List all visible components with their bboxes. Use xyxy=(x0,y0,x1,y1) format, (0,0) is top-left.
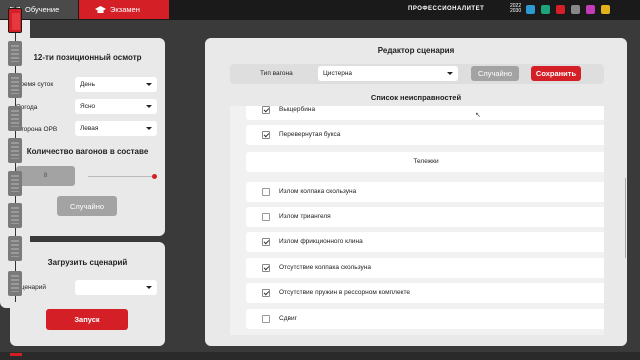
editor-random-button[interactable]: Случайно xyxy=(471,66,519,81)
fault-checkbox[interactable] xyxy=(262,131,270,139)
orv-side-label: Сторона ОРВ xyxy=(16,126,58,133)
chevron-down-icon xyxy=(447,72,453,75)
train-car[interactable] xyxy=(8,171,22,196)
fault-row[interactable]: Излом фрикционного клина xyxy=(246,232,604,252)
train-car[interactable] xyxy=(8,236,22,261)
train-car[interactable] xyxy=(8,106,22,131)
orv-side-select[interactable]: Левая xyxy=(75,121,157,136)
partner-logo-icon xyxy=(586,5,595,14)
fault-checkbox[interactable] xyxy=(262,264,270,272)
fault-label: Отсутствие колпака скользуна xyxy=(279,264,371,271)
partner-logo-icon xyxy=(541,5,550,14)
fault-section-header: Тележки xyxy=(246,152,604,172)
fault-row[interactable]: Сдвиг xyxy=(246,309,604,329)
fault-label: Выщербина xyxy=(279,106,316,113)
partner-logo-icon xyxy=(556,5,565,14)
fault-row[interactable]: Излом колпака скользуна xyxy=(246,182,604,202)
tab-learning-label: Обучение xyxy=(25,5,60,14)
fault-row[interactable]: Отсутствие колпака скользуна xyxy=(246,258,604,278)
fault-list-title: Список неисправностей xyxy=(370,93,462,102)
fault-checkbox[interactable] xyxy=(262,188,270,196)
train-car[interactable] xyxy=(8,41,22,66)
time-of-day-select[interactable]: День xyxy=(75,77,157,92)
fault-checkbox[interactable] xyxy=(262,238,270,246)
train-car[interactable] xyxy=(8,138,22,163)
fault-section-label: Тележки xyxy=(413,158,439,165)
fault-row[interactable]: Излом триангеля xyxy=(246,207,604,227)
start-button[interactable]: Запуск xyxy=(46,309,128,330)
tab-exam-label: Экзамен xyxy=(110,5,140,14)
fault-label: Перевернутая букса xyxy=(279,131,341,138)
fault-label: Излом фрикционного клина xyxy=(279,238,363,245)
cars-count-field[interactable]: 8 xyxy=(16,166,75,186)
fault-row[interactable]: Перевернутая букса xyxy=(246,125,604,145)
train-car[interactable] xyxy=(8,73,22,98)
bottom-status-strip xyxy=(0,352,640,360)
train-car[interactable] xyxy=(8,271,22,296)
partner-logos xyxy=(526,5,610,14)
load-scenario-panel: Загрузить сценарий Сценарий Запуск xyxy=(10,242,165,346)
graduation-cap-icon xyxy=(95,5,106,14)
fault-checkbox[interactable] xyxy=(262,213,270,221)
fault-label: Излом колпака скользуна xyxy=(279,188,357,195)
fault-label: Излом триангеля xyxy=(279,213,331,220)
cars-count-slider-knob[interactable] xyxy=(152,174,157,179)
inspection-panel: 12-ти позиционный осмотр Время суток Ден… xyxy=(10,38,165,236)
fault-list-scrollbar[interactable] xyxy=(625,178,626,258)
chevron-down-icon xyxy=(146,105,152,108)
train-car-selected[interactable] xyxy=(8,8,22,33)
weather-value: Ясно xyxy=(80,103,96,110)
mouse-cursor-icon: ↖ xyxy=(475,112,481,119)
fault-checkbox[interactable] xyxy=(262,315,270,323)
time-of-day-value: День xyxy=(80,81,95,88)
orv-side-value: Левая xyxy=(80,125,99,132)
weather-select[interactable]: Ясно xyxy=(75,99,157,114)
progress-indicator xyxy=(10,353,22,356)
partner-logo-icon xyxy=(601,5,610,14)
fault-label: Отсутствие пружин в рессорном комплекте xyxy=(279,289,410,296)
train-car[interactable] xyxy=(8,203,22,228)
scenario-select[interactable] xyxy=(75,280,157,295)
fault-row[interactable]: Отсутствие пружин в рессорном комплекте xyxy=(246,283,604,303)
chevron-down-icon xyxy=(146,286,152,289)
fault-checkbox[interactable] xyxy=(262,289,270,297)
save-button[interactable]: Сохранить xyxy=(531,66,581,81)
brand-year-bottom: 2030 xyxy=(510,8,522,14)
wagon-type-select[interactable]: Цистерна xyxy=(318,66,458,81)
chevron-down-icon xyxy=(146,83,152,86)
brand-logo: ПРОФЕССИОНАЛИТЕТ xyxy=(408,6,485,12)
scenario-editor-panel: Редактор сценария Тип вагона Цистерна Сл… xyxy=(205,38,627,346)
cars-count-slider[interactable] xyxy=(88,176,156,177)
top-bar: Обучение Экзамен ПРОФЕССИОНАЛИТЕТ 2022 2… xyxy=(0,0,640,20)
inspection-title: 12-ти позиционный осмотр xyxy=(33,53,142,62)
inspection-random-button[interactable]: Случайно xyxy=(57,196,117,216)
partner-logo-icon xyxy=(526,5,535,14)
editor-title: Редактор сценария xyxy=(377,46,455,55)
tab-exam[interactable]: Экзамен xyxy=(79,0,169,19)
cars-count-title: Количество вагонов в составе xyxy=(26,147,149,156)
partner-logo-icon xyxy=(571,5,580,14)
fault-row[interactable]: Выщербина xyxy=(246,106,604,120)
wagon-type-label: Тип вагона xyxy=(260,70,293,77)
fault-checkbox[interactable] xyxy=(262,106,270,114)
fault-label: Сдвиг xyxy=(279,315,297,322)
wagon-type-value: Цистерна xyxy=(323,70,353,77)
brand-year: 2022 2030 xyxy=(510,4,521,14)
fault-list[interactable]: Выщербина Перевернутая букса Тележки Излом … xyxy=(230,106,604,335)
load-scenario-title: Загрузить сценарий xyxy=(47,258,128,267)
chevron-down-icon xyxy=(146,127,152,130)
